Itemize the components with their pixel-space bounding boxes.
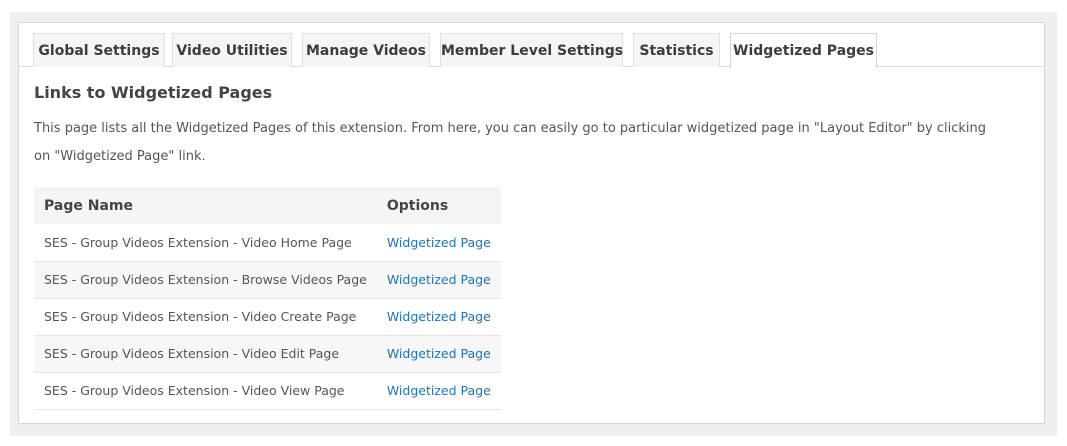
tab-global-settings[interactable]: Global Settings [33, 33, 165, 67]
options-cell: Widgetized Page [376, 261, 501, 299]
tab-statistics[interactable]: Statistics [633, 33, 720, 67]
column-header-options: Options [376, 187, 501, 224]
page-name-cell: SES - Group Videos Extension - Video Edi… [34, 335, 377, 373]
tab-member-level-settings[interactable]: Member Level Settings [440, 33, 623, 67]
widgetized-page-link[interactable]: Widgetized Page [387, 309, 491, 324]
page-frame: Global Settings Video Utilities Manage V… [10, 12, 1057, 436]
widgetized-page-link[interactable]: Widgetized Page [387, 383, 491, 398]
tab-bar: Global Settings Video Utilities Manage V… [19, 23, 1044, 68]
tab-widgetized-pages[interactable]: Widgetized Pages [730, 33, 877, 68]
options-cell: Widgetized Page [376, 298, 501, 336]
widgetized-page-link[interactable]: Widgetized Page [387, 272, 491, 287]
section-description: This page lists all the Widgetized Pages… [34, 121, 987, 164]
table-header-row: Page Name Options [34, 187, 501, 224]
widgetized-page-link[interactable]: Widgetized Page [387, 235, 491, 250]
widgetized-page-link[interactable]: Widgetized Page [387, 346, 491, 361]
table-row: SES - Group Videos Extension - Video Vie… [34, 372, 501, 410]
table-row: SES - Group Videos Extension - Video Edi… [34, 335, 501, 373]
settings-panel: Global Settings Video Utilities Manage V… [18, 22, 1045, 424]
tab-video-utilities[interactable]: Video Utilities [172, 33, 292, 67]
options-cell: Widgetized Page [376, 224, 501, 262]
widgetized-pages-table: Page Name Options SES - Group Videos Ext… [34, 187, 501, 410]
options-cell: Widgetized Page [376, 335, 501, 373]
page-name-cell: SES - Group Videos Extension - Browse Vi… [34, 261, 377, 299]
page-name-cell: SES - Group Videos Extension - Video Vie… [34, 372, 377, 410]
table-row: SES - Group Videos Extension - Browse Vi… [34, 261, 501, 299]
table-row: SES - Group Videos Extension - Video Cre… [34, 298, 501, 336]
table-row: SES - Group Videos Extension - Video Hom… [34, 224, 501, 262]
page-name-cell: SES - Group Videos Extension - Video Cre… [34, 298, 377, 336]
section-title: Links to Widgetized Pages [34, 83, 273, 102]
page-name-cell: SES - Group Videos Extension - Video Hom… [34, 224, 377, 262]
tab-manage-videos[interactable]: Manage Videos [302, 33, 430, 67]
options-cell: Widgetized Page [376, 372, 501, 410]
column-header-page-name: Page Name [34, 187, 377, 224]
